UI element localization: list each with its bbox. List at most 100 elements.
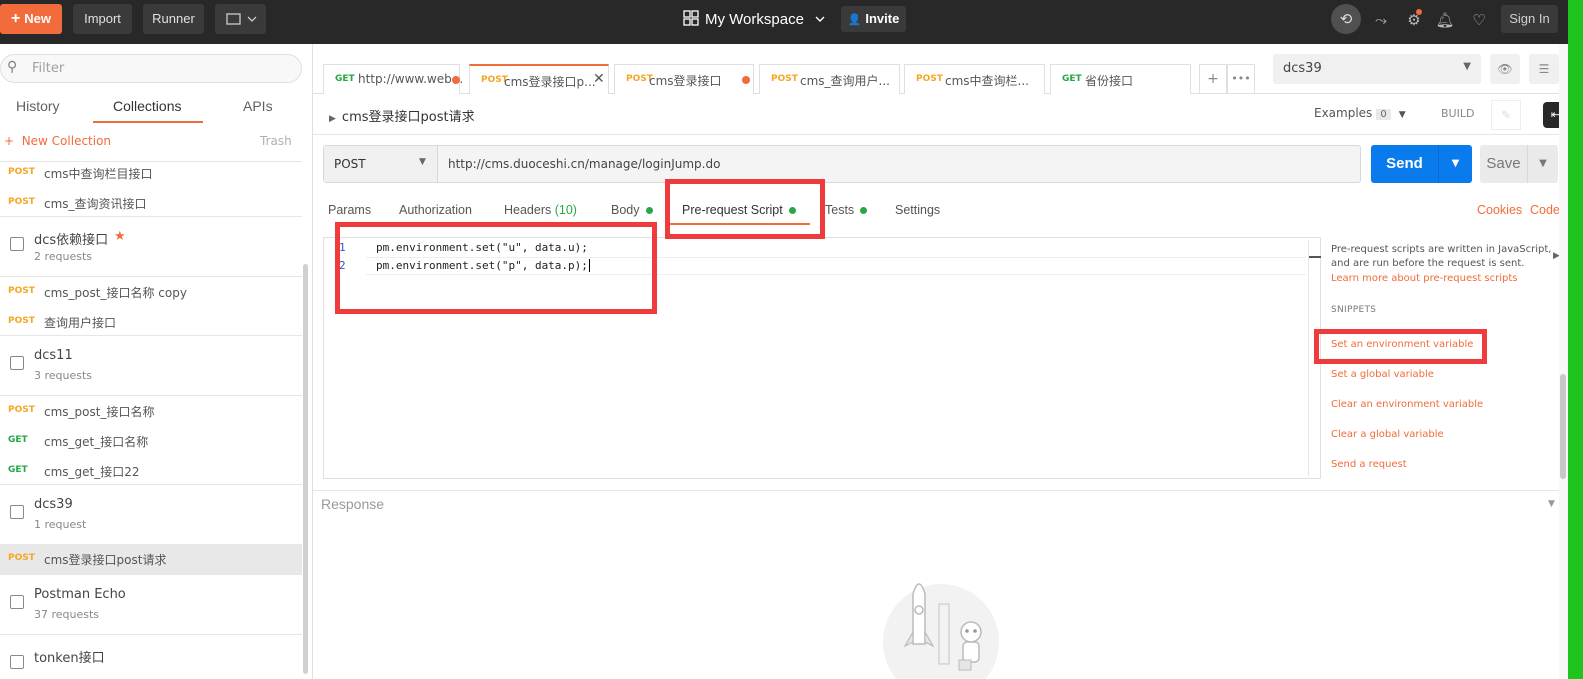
- chevron-down-icon[interactable]: ▼: [1438, 145, 1472, 183]
- send-label: Send: [1386, 155, 1423, 172]
- request-tab-active[interactable]: POST cms登录接口p... ✕: [469, 64, 609, 94]
- learn-more-link[interactable]: Learn more about pre-request scripts: [1331, 273, 1518, 284]
- method-badge: POST: [8, 197, 35, 207]
- invite-label: Invite: [865, 11, 900, 26]
- collection-item[interactable]: dcs依赖接口 ★ 2 requests: [0, 217, 302, 275]
- satellite-icon[interactable]: ⤳: [1371, 10, 1391, 30]
- request-tab[interactable]: POST cms登录接口: [614, 64, 754, 94]
- import-button[interactable]: Import: [73, 4, 132, 34]
- snippets-description: Pre-request scripts are written in JavaS…: [1331, 244, 1552, 269]
- request-tab[interactable]: POST cms_查询用户...: [759, 64, 900, 94]
- highlight-box-script: [335, 222, 657, 314]
- collection-name: Postman Echo: [34, 587, 126, 602]
- list-item[interactable]: GET cms_get_接口名称: [0, 426, 302, 456]
- sync-icon[interactable]: ⟲: [1331, 4, 1361, 34]
- folder-icon: [10, 237, 24, 251]
- tab-settings[interactable]: Settings: [895, 203, 940, 217]
- request-tab[interactable]: GET 省份接口: [1050, 64, 1191, 94]
- method-badge: GET: [1062, 74, 1082, 84]
- snippet-set-global-variable[interactable]: Set a global variable: [1331, 369, 1434, 380]
- method-select[interactable]: POST ▼: [324, 146, 438, 182]
- sliders-icon[interactable]: ☰: [1529, 54, 1559, 84]
- request-name: cms登录接口post请求: [44, 553, 167, 567]
- list-item[interactable]: POST cms_post_接口名称 copy: [0, 277, 302, 307]
- star-icon[interactable]: ★: [114, 229, 126, 244]
- list-item[interactable]: POST cms_post_接口名称: [0, 396, 302, 426]
- list-item-selected[interactable]: POST cms登录接口post请求: [0, 544, 302, 574]
- tab-title: cms登录接口: [649, 74, 722, 88]
- heart-icon[interactable]: ♡: [1469, 10, 1489, 30]
- snippets-title: SNIPPETS: [1331, 305, 1377, 315]
- tab-title: cms_查询用户...: [800, 74, 890, 88]
- tab-params[interactable]: Params: [328, 203, 371, 217]
- collection-item[interactable]: dcs11 3 requests: [0, 336, 302, 394]
- request-tab[interactable]: GET http://www.web...: [323, 64, 464, 94]
- trash-button[interactable]: Trash: [260, 134, 292, 148]
- environment-value: dcs39: [1283, 61, 1322, 76]
- eye-icon[interactable]: 👁︎: [1490, 54, 1520, 84]
- runner-button[interactable]: Runner: [143, 4, 204, 34]
- snippet-clear-environment-variable[interactable]: Clear an environment variable: [1331, 399, 1483, 410]
- plus-icon: +: [10, 10, 21, 27]
- headers-label: Headers: [504, 203, 552, 217]
- unsaved-dot: [742, 76, 750, 84]
- cookies-link[interactable]: Cookies: [1477, 203, 1522, 217]
- tab-tests[interactable]: Tests: [825, 203, 868, 217]
- invite-button[interactable]: 👤 Invite: [841, 6, 906, 32]
- collection-count: 1 request: [34, 518, 87, 531]
- build-mode[interactable]: BUILD: [1441, 107, 1474, 120]
- collection-count: 2 requests: [34, 250, 93, 263]
- tab-headers[interactable]: Headers (10): [504, 203, 577, 217]
- chevron-down-icon[interactable]: ▼: [1527, 145, 1558, 183]
- unsaved-dot: [452, 76, 460, 84]
- tab-apis[interactable]: APIs: [243, 98, 273, 114]
- new-button[interactable]: + New: [0, 4, 62, 34]
- request-tab[interactable]: POST cms中查询栏...: [904, 64, 1045, 94]
- list-item[interactable]: POST cms中查询栏目接口: [0, 158, 302, 188]
- tab-title: cms登录接口p...: [504, 75, 596, 89]
- close-icon[interactable]: ✕: [593, 71, 605, 87]
- tab-collections[interactable]: Collections: [113, 98, 181, 114]
- tab-authorization[interactable]: Authorization: [399, 203, 472, 217]
- code-link[interactable]: Code: [1530, 203, 1560, 217]
- scrollbar-thumb[interactable]: [1560, 374, 1566, 479]
- tab-title: http://www.web...: [358, 72, 464, 86]
- more-tabs-icon[interactable]: •••: [1227, 64, 1255, 94]
- tab-title: cms中查询栏...: [945, 74, 1029, 88]
- list-item[interactable]: GET cms_get_接口22: [0, 456, 302, 486]
- new-window-icon: [225, 13, 256, 25]
- send-button[interactable]: Send ▼: [1371, 145, 1472, 183]
- workspace-switcher[interactable]: My Workspace: [683, 10, 826, 32]
- sidebar-scrollbar[interactable]: [303, 264, 308, 674]
- bell-icon[interactable]: 🔔︎: [1435, 10, 1455, 30]
- collection-item[interactable]: tonken接口: [0, 635, 302, 679]
- filter-input[interactable]: ⚲ Filter: [0, 54, 302, 83]
- pencil-icon[interactable]: ✎: [1491, 100, 1521, 130]
- collection-item[interactable]: dcs39 1 request: [0, 485, 302, 543]
- snippet-clear-global-variable[interactable]: Clear a global variable: [1331, 429, 1444, 440]
- list-item[interactable]: POST cms_查询资讯接口: [0, 188, 302, 218]
- notification-dot: [1416, 9, 1422, 15]
- collection-item[interactable]: Postman Echo 37 requests: [0, 575, 302, 633]
- snippet-send-request[interactable]: Send a request: [1331, 459, 1407, 470]
- rocket-illustration: [883, 583, 999, 679]
- request-title-text: cms登录接口post请求: [341, 110, 475, 125]
- list-item[interactable]: POST 查询用户接口: [0, 307, 302, 337]
- url-input[interactable]: http://cms.duoceshi.cn/manage/loginJump.…: [448, 157, 720, 171]
- request-title[interactable]: ▶ cms登录接口post请求: [329, 106, 475, 125]
- tests-label: Tests: [825, 203, 855, 217]
- tab-history[interactable]: History: [16, 98, 60, 114]
- save-button[interactable]: Save ▼: [1480, 145, 1558, 183]
- sign-in-button[interactable]: Sign In: [1501, 5, 1558, 33]
- new-collection-button[interactable]: + New Collection: [4, 134, 111, 148]
- method-badge: POST: [8, 405, 35, 415]
- examples-dropdown[interactable]: Examples 0 ▼: [1314, 106, 1406, 120]
- tab-body[interactable]: Body: [611, 203, 653, 217]
- body-label: Body: [611, 203, 640, 217]
- main-scrollbar[interactable]: [1559, 44, 1568, 679]
- new-window-button[interactable]: [215, 4, 266, 34]
- folder-icon: [10, 595, 24, 609]
- chevron-down-icon[interactable]: ▼: [1548, 499, 1555, 509]
- add-tab-icon[interactable]: +: [1199, 64, 1227, 94]
- environment-select[interactable]: dcs39 ▼: [1273, 54, 1481, 84]
